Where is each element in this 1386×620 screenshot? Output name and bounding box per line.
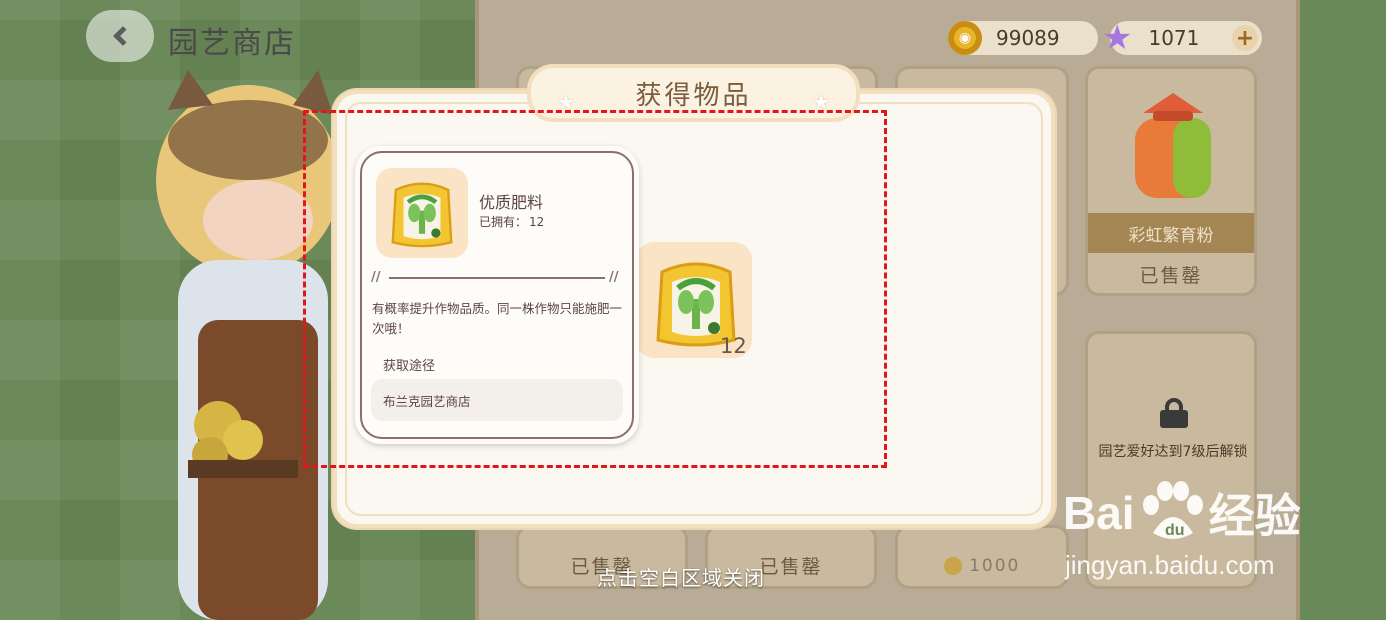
dialog-title: 获得物品 [635, 80, 752, 111]
shop-card-rainbow-powder[interactable]: 彩虹繁育粉 已售罄 [1085, 66, 1257, 296]
star-counter: ★ 1071 + [1102, 21, 1262, 55]
add-stars-button[interactable]: + [1232, 25, 1258, 51]
back-button[interactable] [86, 10, 154, 62]
star-icon: ★ [1102, 18, 1133, 58]
lock-text: 园艺爱好达到7级后解锁 [1098, 444, 1248, 460]
rainbow-bag-icon [1135, 93, 1211, 198]
baidu-watermark: Bai du 经验 jingyan.baidu.com [1063, 480, 1301, 581]
card-label: 彩虹繁育粉 [1088, 213, 1254, 253]
close-hint[interactable]: 点击空白区域关闭 [597, 562, 765, 591]
page-title: 园艺商店 [168, 26, 296, 61]
lock-icon [1160, 398, 1188, 428]
coin-icon: ◉ [948, 21, 982, 55]
coin-icon [943, 557, 962, 575]
price-label: 1000 [898, 556, 1066, 576]
svg-text:du: du [1165, 522, 1185, 539]
watermark-url: jingyan.baidu.com [1065, 550, 1275, 580]
sold-out-label: 已售罄 [1139, 265, 1203, 287]
star-value: 1071 [1148, 26, 1200, 50]
coin-value: 99089 [996, 26, 1060, 50]
shop-card[interactable]: 1000 [895, 525, 1069, 589]
baidu-logo: Bai du 经验 [1063, 480, 1301, 546]
chevron-left-icon [113, 26, 133, 46]
annotation-highlight [303, 110, 887, 468]
coin-counter: ◉ 99089 [948, 21, 1098, 55]
garden-background-right [1300, 0, 1386, 620]
paw-icon: du [1142, 481, 1203, 539]
